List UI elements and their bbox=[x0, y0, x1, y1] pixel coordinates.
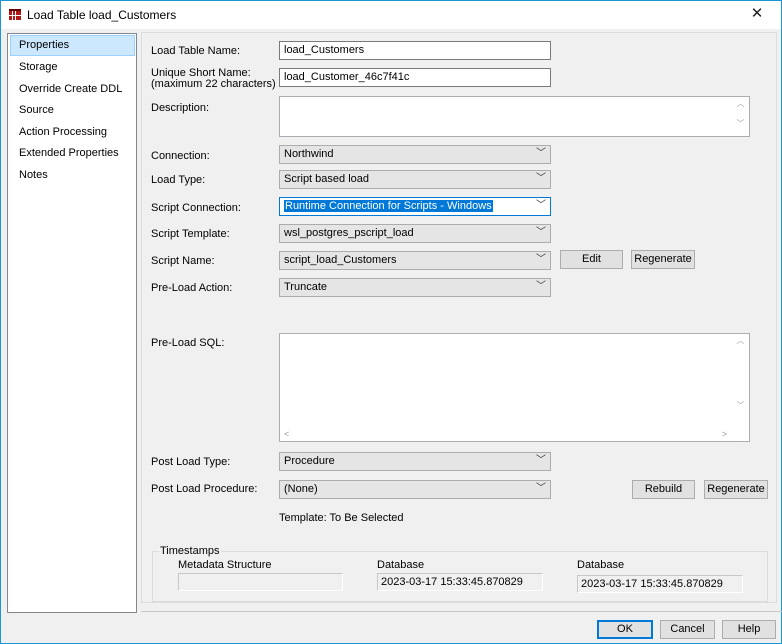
chevron-down-icon: ﹀ bbox=[536, 173, 546, 184]
pre-load-action-label: Pre-Load Action: bbox=[151, 282, 233, 294]
script-template-value: wsl_postgres_pscript_load bbox=[284, 227, 414, 239]
load-table-name-label: Load Table Name: bbox=[151, 45, 241, 57]
help-button[interactable]: Help bbox=[722, 620, 776, 639]
connection-value: Northwind bbox=[284, 148, 334, 160]
sidebar: Properties Storage Override Create DDL S… bbox=[7, 33, 137, 613]
sidebar-item-source[interactable]: Source bbox=[10, 100, 135, 121]
script-template-select[interactable]: wsl_postgres_pscript_load ﹀ bbox=[279, 224, 551, 243]
timestamps-title: Timestamps bbox=[159, 545, 221, 557]
database-label-2: Database bbox=[577, 559, 625, 571]
connection-label: Connection: bbox=[151, 150, 210, 162]
chevron-down-icon: ﹀ bbox=[536, 227, 546, 238]
regenerate-script-button[interactable]: Regenerate bbox=[631, 250, 695, 269]
database-timestamp-2: 2023-03-17 15:33:45.870829 bbox=[577, 575, 743, 593]
unique-short-name-input[interactable]: load_Customer_46c7f41c bbox=[279, 68, 551, 87]
sidebar-item-override-create-ddl[interactable]: Override Create DDL bbox=[10, 79, 135, 100]
script-connection-value: Runtime Connection for Scripts - Windows bbox=[284, 200, 493, 212]
scroll-right-icon[interactable]: > bbox=[722, 429, 727, 439]
post-load-type-select[interactable]: Procedure ﹀ bbox=[279, 452, 551, 471]
scroll-left-icon[interactable]: < bbox=[284, 429, 289, 439]
sidebar-item-action-processing[interactable]: Action Processing bbox=[10, 122, 135, 143]
sidebar-item-extended-properties[interactable]: Extended Properties bbox=[10, 143, 135, 164]
table-icon bbox=[9, 9, 21, 20]
load-table-name-input[interactable]: load_Customers bbox=[279, 41, 551, 60]
vertical-scrollbar[interactable]: ︿ ﹀ bbox=[733, 335, 748, 425]
load-type-label: Load Type: bbox=[151, 174, 206, 186]
pre-load-action-select[interactable]: Truncate ﹀ bbox=[279, 278, 551, 297]
script-template-label: Script Template: bbox=[151, 228, 230, 240]
regenerate-procedure-button[interactable]: Regenerate bbox=[704, 480, 768, 499]
dialog-window: Load Table load_Customers ✕ Properties S… bbox=[0, 0, 782, 644]
post-load-procedure-label: Post Load Procedure: bbox=[151, 483, 258, 495]
chevron-down-icon: ﹀ bbox=[536, 200, 546, 211]
ok-button[interactable]: OK bbox=[597, 620, 653, 639]
window-title: Load Table load_Customers bbox=[27, 8, 177, 22]
chevron-down-icon: ﹀ bbox=[536, 148, 546, 159]
connection-select[interactable]: Northwind ﹀ bbox=[279, 145, 551, 164]
post-load-type-value: Procedure bbox=[284, 455, 335, 467]
template-status-text: Template: To Be Selected bbox=[279, 512, 404, 524]
description-textarea[interactable]: ︿ ﹀ bbox=[279, 96, 750, 137]
database-label-1: Database bbox=[377, 559, 425, 571]
scrollbar[interactable]: ︿ ﹀ bbox=[733, 98, 748, 129]
post-load-procedure-value: (None) bbox=[284, 483, 318, 495]
script-name-value: script_load_Customers bbox=[284, 254, 397, 266]
chevron-down-icon: ﹀ bbox=[536, 281, 546, 292]
cancel-button[interactable]: Cancel bbox=[660, 620, 715, 639]
script-connection-select[interactable]: Runtime Connection for Scripts - Windows… bbox=[279, 197, 551, 216]
post-load-procedure-select[interactable]: (None) ﹀ bbox=[279, 480, 551, 499]
database-timestamp-1: 2023-03-17 15:33:45.870829 bbox=[377, 573, 543, 591]
edit-script-button[interactable]: Edit bbox=[560, 250, 623, 269]
pre-load-sql-label: Pre-Load SQL: bbox=[151, 337, 225, 349]
script-name-label: Script Name: bbox=[151, 255, 215, 267]
description-label: Description: bbox=[151, 102, 210, 114]
load-type-value: Script based load bbox=[284, 173, 369, 185]
divider bbox=[141, 611, 782, 612]
load-type-select[interactable]: Script based load ﹀ bbox=[279, 170, 551, 189]
chevron-down-icon: ﹀ bbox=[536, 455, 546, 466]
metadata-structure-field bbox=[178, 573, 343, 591]
pre-load-action-value: Truncate bbox=[284, 281, 328, 293]
script-name-select[interactable]: script_load_Customers ﹀ bbox=[279, 251, 551, 270]
post-load-type-label: Post Load Type: bbox=[151, 456, 231, 468]
unique-short-name-hint: (maximum 22 characters) bbox=[151, 78, 276, 90]
sidebar-item-notes[interactable]: Notes bbox=[10, 165, 135, 186]
pre-load-sql-textarea[interactable]: ︿ ﹀ < > bbox=[279, 333, 750, 442]
sidebar-item-storage[interactable]: Storage bbox=[10, 57, 135, 78]
script-connection-label: Script Connection: bbox=[151, 202, 241, 214]
metadata-structure-label: Metadata Structure bbox=[178, 559, 272, 571]
chevron-down-icon: ﹀ bbox=[536, 254, 546, 265]
sidebar-item-properties[interactable]: Properties bbox=[10, 35, 135, 56]
rebuild-button[interactable]: Rebuild bbox=[632, 480, 695, 499]
chevron-down-icon: ﹀ bbox=[536, 483, 546, 494]
title-bar: Load Table load_Customers ✕ bbox=[1, 1, 781, 29]
close-icon[interactable]: ✕ bbox=[747, 5, 767, 23]
